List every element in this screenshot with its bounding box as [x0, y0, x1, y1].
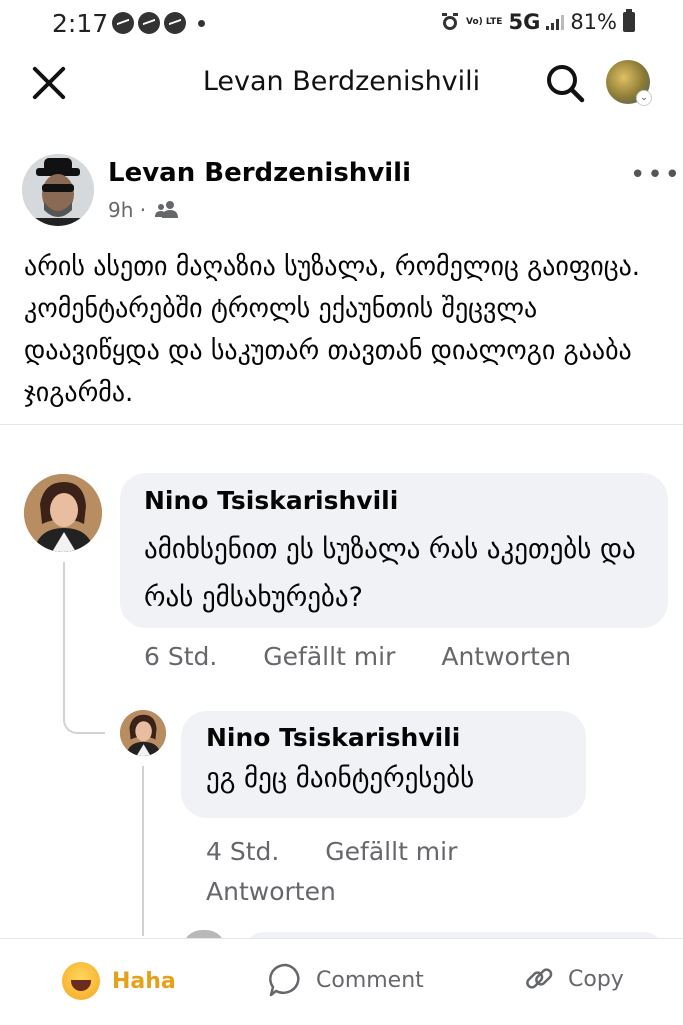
- status-notification-icons: [112, 12, 205, 34]
- comment-text: ეგ მეც მაინტერესებს: [206, 763, 475, 794]
- chevron-down-icon[interactable]: ⌄: [636, 90, 652, 106]
- messenger-icon: [138, 12, 160, 34]
- commenter-avatar[interactable]: [120, 710, 166, 756]
- friends-icon: [155, 201, 178, 218]
- comment-button[interactable]: Comment: [268, 962, 424, 998]
- comment-time: 4 Std.: [206, 837, 280, 866]
- thread-line: [63, 562, 105, 734]
- divider: [0, 424, 683, 425]
- copy-button[interactable]: Copy: [522, 962, 624, 996]
- comment-time: 6 Std.: [144, 642, 218, 671]
- author-photo: [22, 154, 94, 226]
- link-icon: [526, 968, 553, 989]
- like-button[interactable]: Gefällt mir: [263, 642, 395, 671]
- commenter-photo: [24, 474, 102, 552]
- comment-label: Comment: [316, 967, 424, 993]
- post-time-separator: ·: [139, 198, 147, 222]
- signal-icon: [546, 14, 565, 30]
- comment-actions: 6 Std. Gefällt mir Antworten: [144, 642, 571, 671]
- reply-button[interactable]: Antworten: [206, 877, 336, 906]
- post-author-avatar[interactable]: [22, 154, 94, 226]
- comment-actions: 4 Std. Gefällt mir Antworten: [206, 832, 457, 912]
- more-options-icon[interactable]: •••: [630, 160, 682, 190]
- search-icon[interactable]: [544, 62, 586, 104]
- comment-text: ამიხსენით ეს სუზალა რას აკეთებს და რას ე…: [144, 534, 636, 613]
- reply-button[interactable]: Antworten: [441, 642, 571, 671]
- comment-author-name[interactable]: Nino Tsiskarishvili: [144, 486, 398, 515]
- copy-label: Copy: [568, 966, 624, 992]
- post-body-text: არის ასეთი მაღაზია სუზალა, რომელიც გაიფი…: [24, 252, 641, 408]
- more-notifications-dot-icon: [198, 19, 205, 27]
- comment-icon: [269, 963, 300, 997]
- like-button[interactable]: Gefällt mir: [325, 837, 457, 866]
- battery-percent: 81%: [570, 10, 617, 34]
- commenter-photo: [120, 710, 166, 756]
- post-time-text: 9h: [108, 198, 134, 222]
- post-author-name[interactable]: Levan Berdzenishvili: [108, 158, 411, 188]
- commenter-avatar[interactable]: [24, 474, 102, 552]
- volte-icon: Vo) LTE: [466, 16, 503, 27]
- messenger-icon: [112, 12, 134, 34]
- post-timestamp[interactable]: 9h ·: [108, 198, 146, 222]
- status-time: 2:17: [52, 9, 109, 38]
- network-type: 5G: [508, 10, 541, 34]
- chat-bubble-icon: [164, 12, 186, 34]
- haha-reaction-button[interactable]: Haha: [62, 962, 176, 1000]
- comment-author-name[interactable]: Nino Tsiskarishvili: [206, 723, 460, 752]
- haha-emoji-icon: [62, 962, 100, 1000]
- thread-line: [142, 766, 144, 936]
- haha-label: Haha: [112, 968, 176, 994]
- alarm-icon: [442, 13, 459, 30]
- status-system-icons: Vo) LTE 5G 81%: [440, 9, 635, 34]
- battery-icon: [623, 9, 635, 32]
